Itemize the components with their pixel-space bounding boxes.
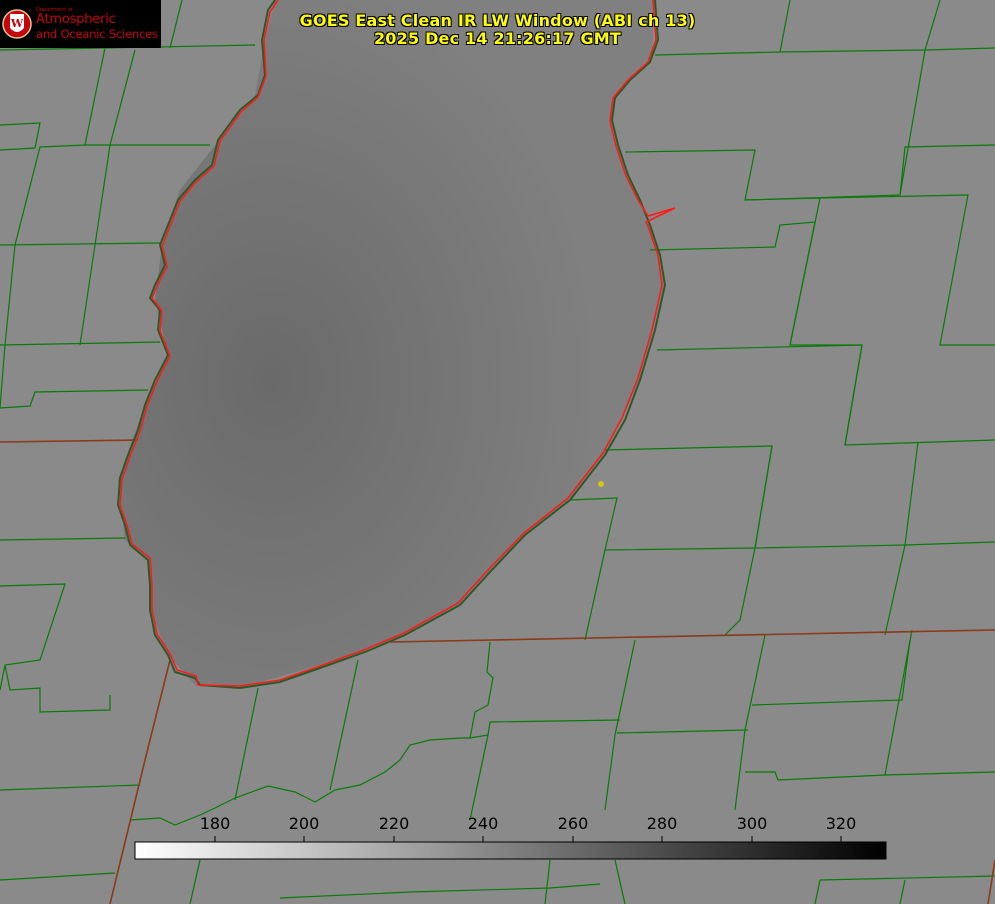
colorbar-tick-label: 220 [378,814,410,833]
colorbar-tick-label: 260 [557,814,589,833]
location-marker [598,481,604,487]
colorbar-tick-label: 200 [288,814,320,833]
image-timestamp: 2025 Dec 14 21:26:17 GMT [373,29,622,48]
colorbar [134,841,887,860]
satellite-map [0,0,995,904]
colorbar-tick-label: 240 [467,814,499,833]
colorbar-tick-label: 280 [646,814,678,833]
image-title: GOES East Clean IR LW Window (ABI ch 13) [299,11,696,30]
colorbar-tick-label: 320 [825,814,857,833]
colorbar-tick-label: 300 [736,814,768,833]
colorbar-tick-label: 180 [199,814,231,833]
